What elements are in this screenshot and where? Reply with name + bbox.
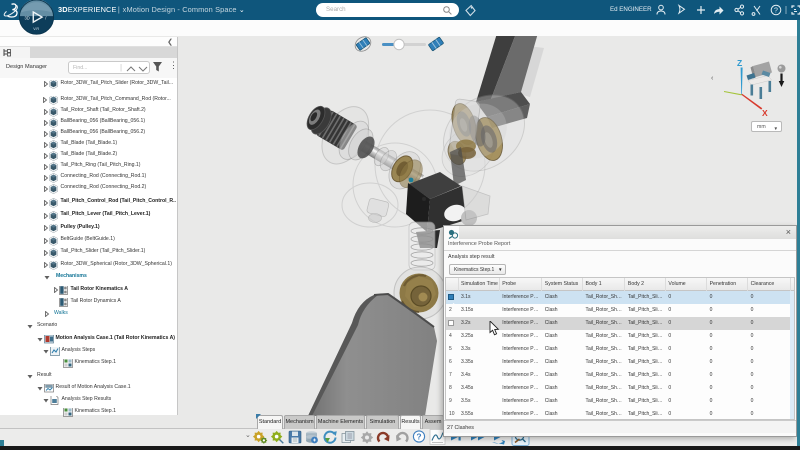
svg-text:V.R: V.R [33,27,39,31]
svg-text:?: ? [416,432,421,442]
svg-text:3D: 3D [24,15,29,20]
svg-text:X: X [762,108,768,118]
svg-text:⌄: ⌄ [245,432,251,439]
svg-text:‹: ‹ [711,75,714,82]
svg-text:Z: Z [737,58,742,68]
svg-text:?: ? [774,8,778,15]
